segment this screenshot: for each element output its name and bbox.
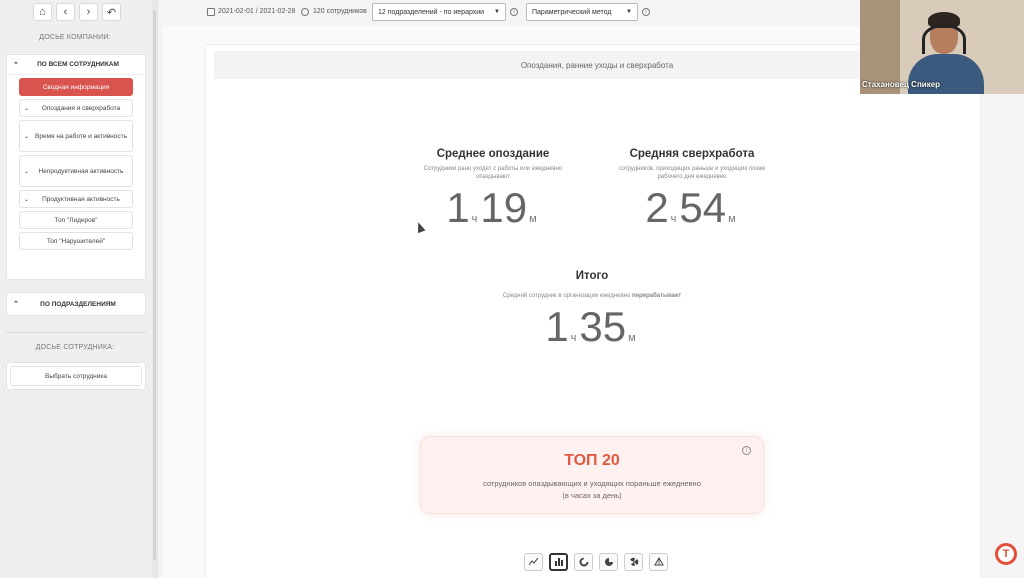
total-desc-bold: перерабатывает: [632, 293, 682, 299]
polar-chart-icon[interactable]: [624, 553, 643, 571]
total-minutes-unit: м: [628, 332, 636, 344]
sidebar-item-unproductive[interactable]: ⌄ Непродуктивная активность: [19, 155, 133, 187]
employee-select-group: Выбрать сотрудника: [6, 362, 146, 390]
late-hours: 1: [446, 184, 470, 231]
top20-line1: сотрудников опаздывающих и уходящих пора…: [483, 479, 701, 488]
sidebar-item-label: Топ "Нарушителей": [46, 237, 106, 245]
late-minutes: 19: [480, 184, 528, 231]
sidebar-item-label: Сводная информация: [42, 83, 110, 91]
employees-icon: [301, 8, 309, 16]
sidebar-scrollbar[interactable]: [152, 0, 157, 578]
all-employees-group: ⌃ ПО ВСЕМ СОТРУДНИКАМ Сводная информация…: [6, 54, 146, 280]
overtime-title: Средняя сверхработа: [629, 148, 755, 160]
all-employees-toggle[interactable]: ⌃ ПО ВСЕМ СОТРУДНИКАМ: [7, 55, 145, 75]
webcam-overlay: Стахановец Спикер: [860, 0, 1024, 94]
chevron-down-icon: ⌄: [24, 133, 30, 140]
total-title: Итого: [575, 270, 609, 282]
departments-group: ⌃ ПО ПОДРАЗДЕЛЕНИЯМ: [6, 292, 146, 316]
radar-chart-icon[interactable]: [649, 553, 668, 571]
overtime-hours-unit: ч: [670, 213, 677, 225]
home-icon[interactable]: ⌂: [33, 3, 52, 21]
overtime-hours: 2: [645, 184, 669, 231]
chevron-down-icon: ⌄: [24, 196, 30, 203]
late-desc: Сотрудники рано уходят с работы или ежед…: [423, 166, 563, 180]
undo-icon[interactable]: ↶: [102, 3, 121, 21]
date-range[interactable]: 2021-02-01 / 2021-02-28: [218, 8, 295, 15]
brand-logo-icon: T: [995, 543, 1017, 565]
departments-label: ПО ПОДРАЗДЕЛЕНИЯМ: [40, 300, 116, 308]
total-value: 1 ч 35 м: [472, 306, 712, 348]
sidebar-item-summary[interactable]: Сводная информация: [19, 78, 133, 96]
total-hours-unit: ч: [570, 332, 577, 344]
chevron-up-icon: ⌃: [13, 61, 19, 69]
pie-chart-icon[interactable]: [599, 553, 618, 571]
employees-count[interactable]: 120 сотрудников: [313, 8, 367, 15]
calendar-icon: [207, 8, 215, 16]
info-icon[interactable]: i: [510, 8, 518, 16]
app-window: ⌂ ‹ › ↶ ДОСЬЕ КОМПАНИИ: ⌃ ПО ВСЕМ СОТРУД…: [0, 0, 1024, 578]
sidebar-item-lateness[interactable]: ⌄ Опоздания и сверхработа: [19, 99, 133, 117]
employee-section-title: ДОСЬЕ СОТРУДНИКА:: [35, 344, 115, 351]
top20-title: ТОП 20: [564, 452, 620, 469]
late-minutes-unit: м: [529, 213, 537, 225]
sidebar-nav: ⌂ ‹ › ↶: [33, 3, 121, 21]
company-section-title: ДОСЬЕ КОМПАНИИ:: [39, 34, 111, 41]
overtime-metric: Средняя сверхработа сотрудников, приходя…: [607, 148, 777, 229]
headset-icon: [922, 24, 966, 54]
top20-card: i ТОП 20 сотрудников опаздывающих и уход…: [420, 436, 764, 514]
all-employees-label: ПО ВСЕМ СОТРУДНИКАМ: [37, 61, 119, 68]
sidebar-item-productive[interactable]: ⌄ Продуктивная активность: [19, 190, 133, 208]
sidebar: ⌂ ‹ › ↶ ДОСЬЕ КОМПАНИИ: ⌃ ПО ВСЕМ СОТРУД…: [0, 0, 158, 578]
donut-chart-icon[interactable]: [574, 553, 593, 571]
sidebar-item-label: Время на работе и активность: [35, 132, 127, 140]
info-icon[interactable]: i: [642, 8, 650, 16]
departments-toggle[interactable]: ⌃ ПО ПОДРАЗДЕЛЕНИЯМ: [7, 293, 145, 315]
late-hours-unit: ч: [471, 213, 478, 225]
total-hours: 1: [545, 303, 569, 350]
filter-bar: 2021-02-01 / 2021-02-28 120 сотрудников …: [160, 0, 860, 26]
late-value: 1 ч 19 м: [413, 187, 573, 229]
overtime-desc: сотрудников, приходящих раньше и уходящи…: [618, 166, 766, 180]
sidebar-item-label: Продуктивная активность: [42, 195, 120, 203]
late-title: Среднее опоздание: [436, 148, 550, 160]
line-chart-icon[interactable]: [524, 553, 543, 571]
overtime-minutes-unit: м: [728, 213, 736, 225]
overtime-value: 2 ч 54 м: [607, 187, 777, 229]
total-desc: Средний сотрудник в организации ежедневн…: [472, 292, 712, 300]
method-select[interactable]: Параметрический метод ▼: [526, 3, 638, 21]
top20-subtitle: сотрудников опаздывающих и уходящих пора…: [421, 478, 763, 502]
departments-select-value: 12 подразделений - по иерархии: [378, 8, 485, 16]
total-metric: Итого Средний сотрудник в организации еж…: [472, 270, 712, 348]
divider: [6, 332, 146, 333]
method-select-value: Параметрический метод: [532, 8, 612, 16]
select-employee-button[interactable]: Выбрать сотрудника: [10, 366, 142, 386]
chart-type-tabs: [524, 553, 668, 571]
info-icon[interactable]: i: [742, 446, 751, 455]
chevron-down-icon: ▼: [626, 9, 632, 15]
bar-chart-icon[interactable]: [549, 553, 568, 571]
total-desc-prefix: Средний сотрудник в организации ежедневн…: [502, 293, 632, 299]
overtime-minutes: 54: [679, 184, 727, 231]
late-metric: Среднее опоздание Сотрудники рано уходят…: [413, 148, 573, 229]
chevron-up-icon: ⌃: [13, 301, 19, 308]
total-minutes: 35: [579, 303, 627, 350]
chevron-right-icon[interactable]: ›: [79, 3, 98, 21]
chevron-down-icon: ⌄: [24, 105, 30, 112]
sidebar-item-top-leaders[interactable]: Топ "Лидеров": [19, 211, 133, 229]
top20-line2: (в часах за день): [562, 491, 622, 500]
sidebar-item-label: Топ "Лидеров": [54, 216, 98, 224]
chevron-down-icon: ⌄: [24, 168, 30, 175]
sidebar-item-label: Опоздания и сверхработа: [41, 104, 121, 112]
sidebar-item-top-violators[interactable]: Топ "Нарушителей": [19, 232, 133, 250]
select-employee-label: Выбрать сотрудника: [45, 372, 107, 380]
speaker-name: Стахановец Спикер: [862, 80, 941, 89]
sidebar-item-label: Непродуктивная активность: [38, 167, 124, 175]
departments-select[interactable]: 12 подразделений - по иерархии ▼: [372, 3, 506, 21]
sidebar-item-worktime[interactable]: ⌄ Время на работе и активность: [19, 120, 133, 152]
chevron-down-icon: ▼: [494, 9, 500, 15]
chevron-left-icon[interactable]: ‹: [56, 3, 75, 21]
